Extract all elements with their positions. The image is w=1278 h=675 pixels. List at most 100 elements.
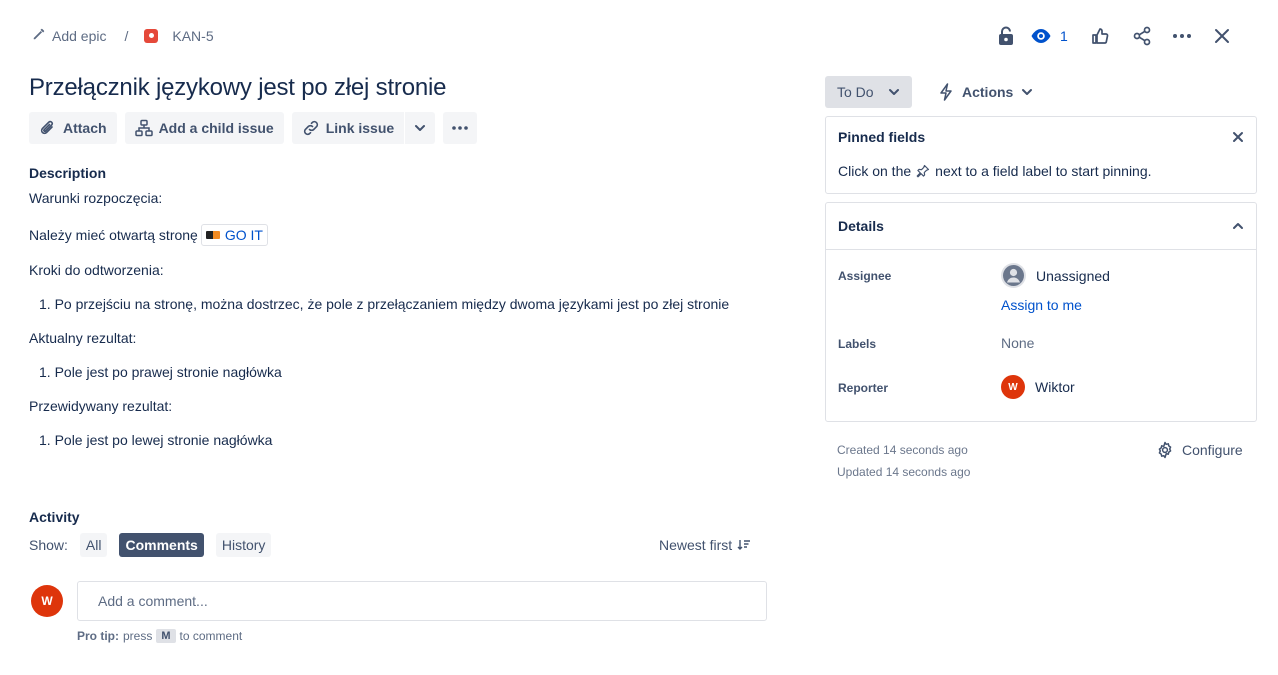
more-actions-button[interactable] [1166, 20, 1198, 52]
close-icon [1214, 29, 1229, 43]
need-page-paragraph: Należy mieć otwartą stronę GO IT [29, 224, 789, 246]
reporter-label: Reporter [838, 381, 889, 395]
expected-result-item: 1. Pole jest po lewej stronie nagłówka [39, 432, 273, 448]
link-issue-dropdown-button[interactable] [405, 112, 436, 144]
sort-label: Newest first [659, 537, 733, 553]
status-label: To Do [837, 84, 874, 100]
breadcrumb-separator: / [124, 27, 129, 44]
details-panel: Details Assignee Unassigned Assign to me… [825, 202, 1257, 422]
link-icon [303, 120, 318, 136]
watch-button[interactable]: 1 [1030, 20, 1068, 52]
vote-button[interactable] [1084, 20, 1116, 52]
assignee-value-block: Unassigned Assign to me [1001, 263, 1110, 313]
chevron-down-icon [1022, 89, 1033, 95]
labels-field: Labels None [838, 335, 1244, 351]
gear-icon [1158, 441, 1172, 459]
protip-suffix: to comment [179, 629, 243, 643]
user-avatar-icon [1001, 263, 1026, 288]
protip-label: Pro tip: [77, 629, 119, 643]
comment-placeholder: Add a comment... [98, 593, 208, 609]
site-favicon-icon [205, 231, 220, 239]
chevron-up-icon [1233, 223, 1243, 229]
issue-title[interactable]: Przełącznik językowy jest po złej stroni… [29, 74, 446, 102]
share-button[interactable] [1126, 20, 1158, 52]
pinned-hint-suffix: next to a field label to start pinning. [935, 163, 1152, 179]
description-heading: Description [29, 165, 107, 181]
description-body[interactable]: Warunki rozpoczęcia: Należy mieć otwartą… [29, 190, 789, 448]
activity-heading: Activity [29, 509, 80, 525]
current-user-avatar: W [31, 585, 63, 617]
shortcut-key: M [156, 629, 176, 643]
show-label: Show: [29, 537, 68, 553]
reporter-field: Reporter W Wiktor [838, 375, 1244, 399]
assignee-label: Assignee [838, 269, 892, 283]
filter-history-button[interactable]: History [215, 533, 272, 557]
lock-icon [999, 26, 1013, 45]
add-epic-link[interactable]: Add epic [52, 28, 106, 44]
issue-toolbar: Attach Add a child issue Link issue [29, 112, 478, 144]
lock-button[interactable] [990, 20, 1022, 52]
reporter-value: Wiktor [1035, 379, 1075, 395]
link-issue-group: Link issue [291, 112, 436, 144]
details-title: Details [838, 218, 884, 234]
pinned-hint: Click on the next to a field label to st… [826, 157, 1256, 179]
close-button[interactable] [1206, 20, 1238, 52]
paperclip-icon [40, 120, 53, 135]
chevron-down-icon [888, 89, 899, 95]
link-issue-button[interactable]: Link issue [291, 112, 405, 144]
add-child-label: Add a child issue [158, 120, 274, 136]
assignee-selector[interactable]: Unassigned [1001, 263, 1110, 288]
filter-comments-button[interactable]: Comments [119, 533, 204, 557]
labels-value[interactable]: None [1001, 335, 1034, 351]
breadcrumb: Add epic / KAN-5 [32, 27, 214, 44]
share-icon [1133, 26, 1151, 46]
pinned-fields-header: Pinned fields [826, 117, 1256, 157]
protip-press: press [123, 629, 153, 643]
configure-button[interactable]: Configure [1156, 441, 1243, 459]
eye-icon [1031, 29, 1051, 43]
expected-result-heading: Przewidywany rezultat: [29, 398, 173, 414]
assign-to-me-link[interactable]: Assign to me [1001, 297, 1110, 313]
chevron-down-icon [415, 125, 426, 131]
assignee-value: Unassigned [1036, 267, 1110, 284]
more-icon [452, 126, 468, 130]
activity-filters: Show: All Comments History [29, 533, 272, 557]
actions-label: Actions [962, 84, 1014, 100]
start-conditions-text: Warunki rozpoczęcia: [29, 190, 163, 206]
issue-key-link[interactable]: KAN-5 [172, 28, 213, 44]
updated-timestamp: Updated 14 seconds ago [837, 465, 971, 479]
reporter-selector[interactable]: W Wiktor [1001, 375, 1075, 399]
go-it-smart-link[interactable]: GO IT [200, 224, 268, 246]
sort-descending-icon [737, 540, 751, 550]
filter-all-button[interactable]: All [79, 533, 108, 557]
pinned-fields-title: Pinned fields [838, 129, 926, 145]
status-dropdown[interactable]: To Do [825, 76, 912, 108]
link-issue-label: Link issue [325, 120, 395, 136]
issue-top-actions: 1 [990, 20, 1238, 52]
close-icon [1233, 132, 1243, 142]
steps-heading: Kroki do odtworzenia: [29, 262, 164, 278]
add-comment-input[interactable]: Add a comment... [77, 581, 767, 621]
sort-order-button[interactable]: Newest first [659, 537, 751, 553]
actions-dropdown[interactable]: Actions [928, 76, 1043, 108]
lightning-icon [940, 83, 952, 101]
assignee-field: Assignee Unassigned Assign to me [838, 263, 1244, 313]
attach-button[interactable]: Attach [29, 112, 117, 144]
go-it-link-text: GO IT [224, 227, 263, 243]
thumbs-up-icon [1091, 28, 1109, 44]
pinned-close-button[interactable] [1232, 131, 1244, 143]
configure-label: Configure [1182, 442, 1243, 458]
details-header[interactable]: Details [826, 203, 1256, 249]
labels-label: Labels [838, 337, 877, 351]
hierarchy-icon [134, 119, 153, 137]
created-timestamp: Created 14 seconds ago [837, 443, 968, 457]
pro-tip: Pro tip: press M to comment [77, 629, 242, 643]
watcher-count: 1 [1060, 28, 1068, 44]
need-page-text: Należy mieć otwartą stronę [29, 227, 198, 243]
toolbar-more-button[interactable] [443, 112, 478, 144]
actual-result-item: 1. Pole jest po prawej stronie nagłówka [39, 364, 282, 380]
pinned-fields-panel: Pinned fields Click on the next to a fie… [825, 116, 1257, 194]
add-child-issue-button[interactable]: Add a child issue [124, 112, 284, 144]
pinned-hint-prefix: Click on the [838, 163, 912, 179]
bug-issue-type-icon [144, 28, 159, 43]
